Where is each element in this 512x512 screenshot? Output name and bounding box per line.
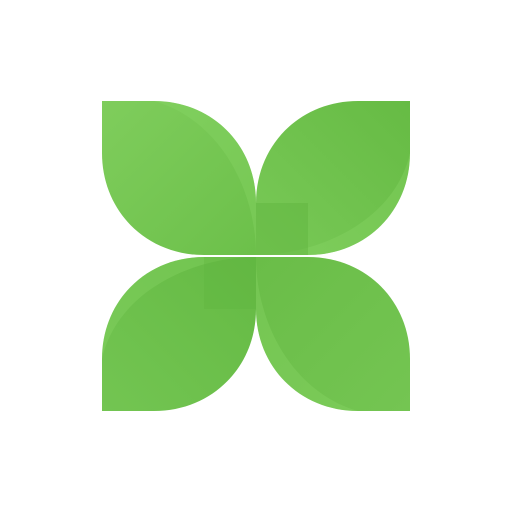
center-overlap-lower	[204, 257, 256, 309]
leaf-bottom-right	[256, 257, 410, 411]
center-overlap	[256, 203, 308, 255]
app-icon-canvas	[0, 0, 512, 512]
leaf-top-left	[102, 101, 256, 255]
four-leaf-clover-icon	[102, 101, 410, 411]
